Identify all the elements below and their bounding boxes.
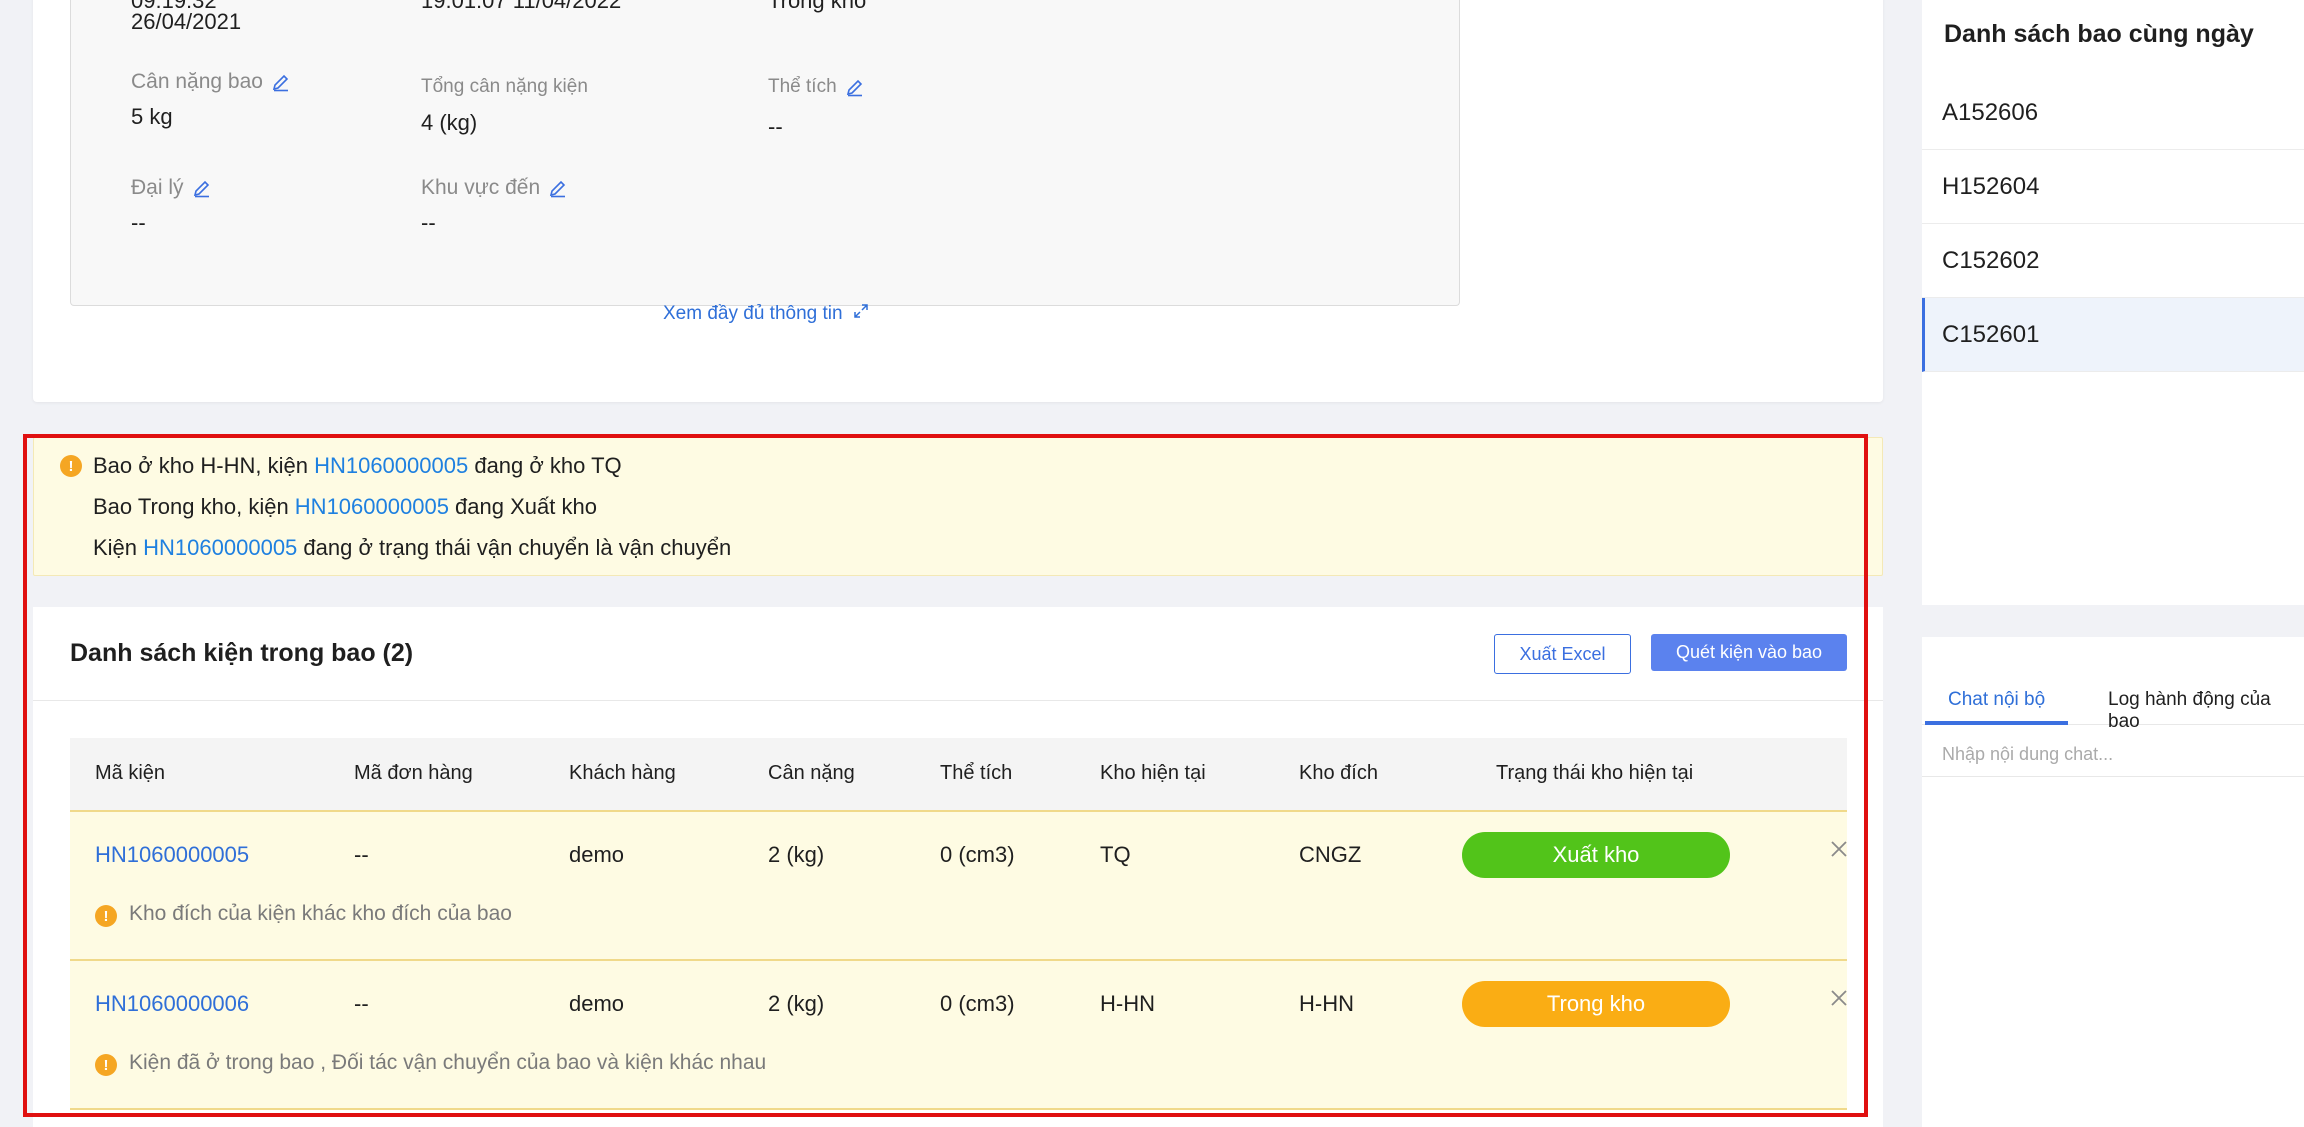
- warning-line-3: Kiện HN1060000005 đang ở trạng thái vận …: [93, 535, 732, 560]
- arrival-area-field: Khu vực đến --: [421, 176, 568, 236]
- total-weight-field: Tổng cân nặng kiện 4 (kg): [421, 76, 588, 136]
- bag-list-item[interactable]: C152602: [1922, 224, 2304, 298]
- bag-weight-label: Cân nặng bao: [131, 70, 263, 93]
- column-header: Khách hàng: [569, 762, 676, 784]
- destination-warehouse: H-HN: [1299, 991, 1354, 1016]
- view-full-info-link[interactable]: Xem đầy đủ thông tin: [663, 303, 869, 325]
- same-day-bags-panel: Danh sách bao cùng ngày A152606 H152604 …: [1922, 0, 2304, 605]
- status-badge: Trong kho: [1462, 981, 1730, 1027]
- weight: 2 (kg): [768, 842, 825, 867]
- total-weight-value: 4 (kg): [421, 110, 478, 135]
- bag-list-item[interactable]: A152606: [1922, 76, 2304, 150]
- arrival-area-value: --: [421, 210, 436, 235]
- column-header: Mã đơn hàng: [354, 762, 473, 784]
- column-header: Cân nặng: [768, 762, 855, 784]
- table-header: Mã kiện Mã đơn hàng Khách hàng Cân nặng …: [70, 738, 1847, 812]
- table-row: HN1060000006 -- demo 2 (kg) 0 (cm3) H-HN…: [70, 961, 1847, 1110]
- bag-list-item[interactable]: H152604: [1922, 150, 2304, 224]
- total-weight-label: Tổng cân nặng kiện: [421, 76, 588, 97]
- current-warehouse: TQ: [1100, 842, 1131, 867]
- bag-status-value: Trong kho: [768, 0, 867, 13]
- volume-value: --: [768, 114, 783, 139]
- table-row: HN1060000005 -- demo 2 (kg) 0 (cm3) TQ C…: [70, 812, 1847, 961]
- tab-bag-action-log[interactable]: Log hành động của bao: [2108, 689, 2304, 733]
- agent-field: Đại lý --: [131, 176, 212, 236]
- column-header: Thể tích: [940, 762, 1013, 784]
- arrival-area-label: Khu vực đến: [421, 176, 541, 199]
- package-list-title: Danh sách kiện trong bao (2): [70, 639, 414, 667]
- weight: 2 (kg): [768, 991, 825, 1016]
- package-code-link[interactable]: HN1060000006: [95, 991, 249, 1017]
- warning-icon: !: [95, 905, 117, 927]
- bag-weight-field: Cân nặng bao 5 kg: [131, 70, 291, 130]
- destination-warehouse: CNGZ: [1299, 842, 1362, 867]
- remove-package-icon[interactable]: [1828, 838, 1850, 860]
- package-link[interactable]: HN1060000005: [295, 494, 449, 519]
- package-code-link[interactable]: HN1060000005: [95, 842, 249, 868]
- edit-bag-weight-icon[interactable]: [271, 72, 291, 92]
- volume: 0 (cm3): [940, 842, 1015, 867]
- column-header: Kho hiện tại: [1100, 762, 1206, 784]
- view-full-info-label: Xem đầy đủ thông tin: [663, 303, 843, 324]
- bag-warning-banner: ! Bao ở kho H-HN, kiện HN1060000005 đang…: [33, 437, 1883, 576]
- edit-volume-icon[interactable]: [845, 77, 865, 97]
- agent-label: Đại lý: [131, 176, 184, 199]
- warning-line-2: Bao Trong kho, kiện HN1060000005 đang Xu…: [93, 494, 597, 519]
- expand-icon: [853, 303, 869, 325]
- remove-package-icon[interactable]: [1828, 987, 1850, 1009]
- volume: 0 (cm3): [940, 991, 1015, 1016]
- column-header: Kho đích: [1299, 762, 1378, 784]
- row-warning-text: Kiện đã ở trong bao , Đối tác vận chuyển…: [129, 1051, 767, 1074]
- bag-info-box: 09:19:32 26/04/2021 19:01:07 11/04/2022 …: [70, 0, 1460, 306]
- bag-info-card: 09:19:32 26/04/2021 19:01:07 11/04/2022 …: [33, 0, 1883, 402]
- chat-panel: Chat nội bộ Log hành động của bao: [1922, 637, 2304, 1127]
- package-link[interactable]: HN1060000005: [314, 453, 468, 478]
- current-warehouse: H-HN: [1100, 991, 1155, 1016]
- warning-icon: !: [95, 1054, 117, 1076]
- volume-label: Thể tích: [768, 76, 837, 97]
- bag-weight-value: 5 kg: [131, 104, 173, 129]
- order-code: --: [354, 991, 369, 1016]
- status-badge: Xuất kho: [1462, 832, 1730, 878]
- agent-value: --: [131, 210, 146, 235]
- package-list-header: Danh sách kiện trong bao (2) Xuất Excel …: [33, 607, 1883, 701]
- active-tab-indicator: [1925, 721, 2068, 725]
- package-link[interactable]: HN1060000005: [143, 535, 297, 560]
- package-list-card: Danh sách kiện trong bao (2) Xuất Excel …: [33, 607, 1883, 1127]
- edit-agent-icon[interactable]: [192, 178, 212, 198]
- tab-internal-chat[interactable]: Chat nội bộ: [1948, 689, 2045, 711]
- column-header: Trạng thái kho hiện tại: [1496, 762, 1694, 784]
- same-day-bags-title: Danh sách bao cùng ngày: [1944, 20, 2254, 48]
- order-code: --: [354, 842, 369, 867]
- warning-line-1: Bao ở kho H-HN, kiện HN1060000005 đang ở…: [93, 453, 622, 478]
- bag-list-item[interactable]: C152601: [1922, 298, 2304, 372]
- package-table: Mã kiện Mã đơn hàng Khách hàng Cân nặng …: [70, 738, 1847, 1110]
- volume-field: Thể tích --: [768, 76, 865, 140]
- export-excel-button[interactable]: Xuất Excel: [1494, 634, 1631, 674]
- updated-time: 19:01:07 11/04/2022: [421, 0, 622, 13]
- warning-icon: !: [60, 455, 82, 477]
- chat-input[interactable]: [1922, 732, 2304, 777]
- customer: demo: [569, 991, 625, 1016]
- created-date: 26/04/2021: [131, 9, 242, 34]
- customer: demo: [569, 842, 625, 867]
- scan-package-button[interactable]: Quét kiện vào bao: [1651, 634, 1847, 671]
- row-warning-text: Kho đích của kiện khác kho đích của bao: [129, 902, 512, 925]
- edit-arrival-area-icon[interactable]: [548, 178, 568, 198]
- column-header: Mã kiện: [95, 762, 166, 784]
